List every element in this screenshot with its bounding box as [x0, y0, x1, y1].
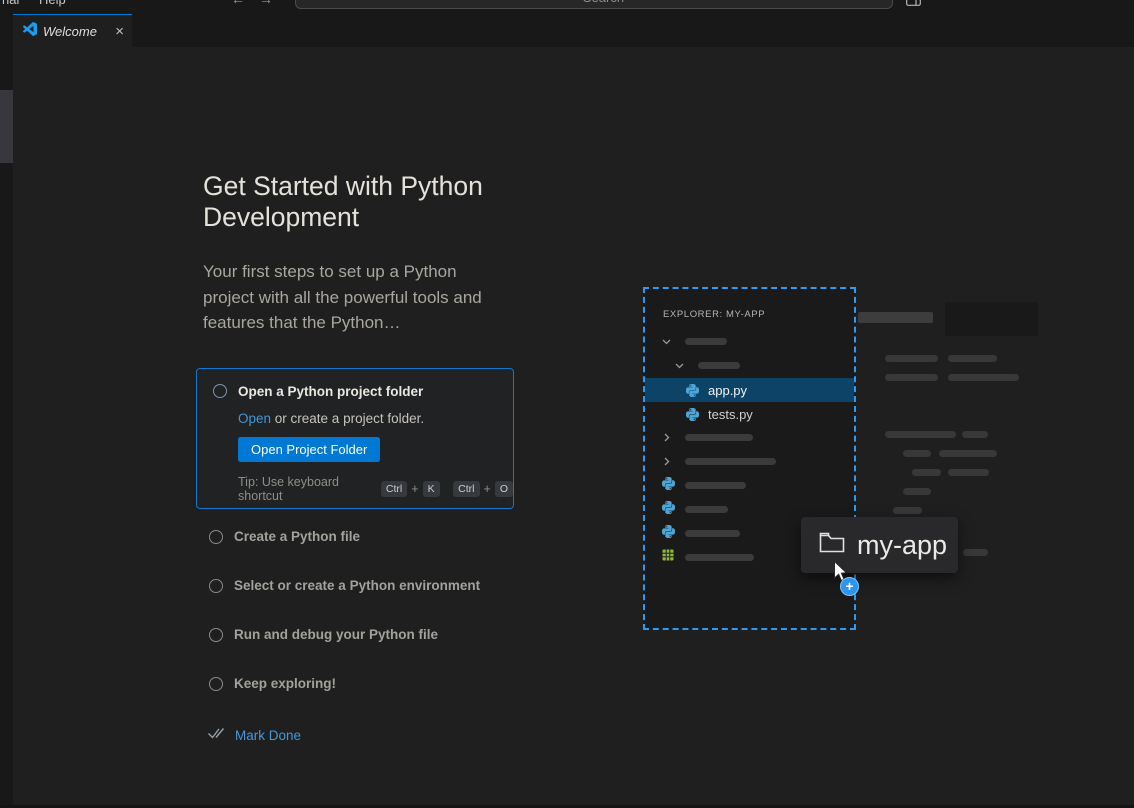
search-placeholder: Search	[583, 0, 624, 5]
step-description: Open or create a project folder.	[238, 411, 424, 426]
vscode-window: nal Help ← → Search Welcome ×	[0, 0, 1134, 808]
file-name: tests.py	[708, 407, 753, 422]
python-file-icon	[686, 384, 699, 397]
step-keep-exploring[interactable]: Keep exploring!	[209, 676, 336, 691]
tree-chevron-down-icon	[675, 359, 684, 373]
step-radio-icon[interactable]	[213, 384, 227, 398]
open-project-folder-button[interactable]: Open Project Folder	[238, 437, 380, 462]
mark-done-button[interactable]: Mark Done	[207, 726, 301, 745]
python-file-icon	[662, 524, 675, 538]
explorer-title: EXPLORER: MY-APP	[663, 309, 765, 320]
tree-chevron-right-icon	[664, 454, 670, 468]
menu-item-help[interactable]: Help	[39, 0, 66, 7]
step-run-debug[interactable]: Run and debug your Python file	[209, 627, 438, 642]
skeleton-file-label	[685, 482, 746, 489]
skeleton-code-line	[903, 450, 931, 457]
skeleton-code-line	[893, 507, 922, 514]
skeleton-folder-label	[698, 362, 740, 369]
tree-chevron-down-icon	[662, 335, 671, 349]
tree-item-app-py: app.py	[645, 378, 854, 402]
mark-done-label: Mark Done	[235, 728, 301, 743]
skeleton-file-label	[685, 530, 740, 537]
plus-sign: +	[484, 482, 491, 496]
folder-icon	[819, 532, 845, 558]
skeleton-code-line	[963, 549, 988, 556]
double-check-icon	[207, 726, 229, 745]
skeleton-code-line	[948, 374, 1019, 381]
file-name: app.py	[708, 383, 747, 398]
step-description-rest: or create a project folder.	[271, 411, 424, 426]
kbd-k: K	[423, 481, 440, 497]
page-title: Get Started with Python Development	[203, 171, 508, 233]
open-link[interactable]: Open	[238, 411, 271, 426]
kbd-ctrl: Ctrl	[381, 481, 407, 497]
skeleton-code-line	[948, 469, 989, 476]
close-icon[interactable]: ×	[115, 23, 124, 40]
skeleton-code-line	[903, 488, 931, 495]
step-label: Create a Python file	[234, 529, 360, 544]
skeleton-active-tab	[945, 302, 1038, 336]
menu-item-terminal[interactable]: nal	[2, 0, 19, 7]
keyboard-shortcut-tip: Tip: Use keyboard shortcut Ctrl + K Ctrl + O	[238, 475, 513, 503]
tab-label: Welcome	[43, 24, 115, 39]
skeleton-code-line	[885, 431, 956, 438]
kbd-ctrl: Ctrl	[453, 481, 479, 497]
tip-text: Tip: Use keyboard shortcut	[238, 475, 377, 503]
python-file-icon	[686, 408, 699, 421]
step-title: Open a Python project folder	[238, 384, 423, 399]
activity-bar-highlight	[0, 90, 13, 163]
step-open-project-folder-card[interactable]: Open a Python project folder Open or cre…	[196, 368, 514, 509]
add-badge-icon: +	[840, 577, 859, 596]
skeleton-code-line	[939, 450, 997, 457]
skeleton-file-label	[685, 506, 728, 513]
skeleton-code-line	[885, 374, 938, 381]
step-radio-icon[interactable]	[209, 579, 223, 593]
vscode-logo-icon	[23, 22, 37, 41]
page-description: Your first steps to set up a Python proj…	[203, 259, 499, 336]
step-label: Run and debug your Python file	[234, 627, 438, 642]
drag-tooltip: my-app	[801, 517, 958, 573]
plus-sign: +	[411, 482, 418, 496]
step-select-environment[interactable]: Select or create a Python environment	[209, 578, 480, 593]
step-label: Select or create a Python environment	[234, 578, 480, 593]
search-input[interactable]: Search	[295, 0, 893, 9]
step-label: Keep exploring!	[234, 676, 336, 691]
kbd-o: O	[495, 481, 513, 497]
welcome-page: Get Started with Python Development Your…	[13, 47, 1134, 805]
step-radio-icon[interactable]	[209, 677, 223, 691]
back-arrow-icon[interactable]: ←	[231, 0, 245, 7]
activity-bar-edge	[0, 0, 13, 808]
skeleton-code-line	[912, 469, 941, 476]
skeleton-code-line	[962, 431, 988, 438]
skeleton-tab-bar	[858, 312, 933, 323]
table-file-icon	[662, 548, 674, 562]
explorer-illustration: EXPLORER: MY-APP app.py tests.py	[643, 287, 856, 630]
search-icon	[564, 0, 577, 6]
customize-layout-icon[interactable]	[906, 0, 921, 10]
python-file-icon	[662, 500, 675, 514]
skeleton-folder-label	[685, 434, 753, 441]
skeleton-code-line	[885, 355, 938, 362]
tree-item-tests-py: tests.py	[645, 402, 854, 426]
skeleton-code-line	[948, 355, 997, 362]
skeleton-folder-label	[685, 458, 776, 465]
step-radio-icon[interactable]	[209, 530, 223, 544]
python-file-icon	[662, 476, 675, 490]
drag-tooltip-label: my-app	[857, 530, 947, 561]
tab-bar: Welcome ×	[13, 10, 1134, 47]
titlebar: nal Help ← → Search	[0, 0, 1134, 10]
forward-arrow-icon[interactable]: →	[259, 0, 273, 7]
step-create-python-file[interactable]: Create a Python file	[209, 529, 360, 544]
tab-welcome[interactable]: Welcome ×	[13, 14, 132, 47]
skeleton-folder-label	[685, 338, 727, 345]
tree-chevron-right-icon	[664, 430, 670, 444]
skeleton-file-label	[685, 554, 754, 561]
step-radio-icon[interactable]	[209, 628, 223, 642]
